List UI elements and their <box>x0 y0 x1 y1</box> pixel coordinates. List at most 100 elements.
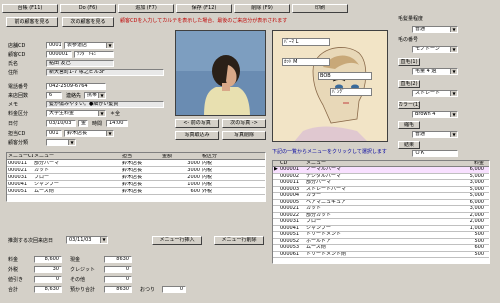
menu-list[interactable]: CD メニュー 料金 ▶ 000001 ノーマルパーマ 6,000 000002 デジタル… <box>272 160 490 264</box>
hair-volume-select[interactable]: 普通 <box>412 26 458 33</box>
contact-select[interactable]: 携帯 <box>84 92 106 99</box>
insert-menu-row-button[interactable]: メニュー行挿入 <box>152 236 202 245</box>
sketch-label-2[interactable]: ｶｯﾄ M <box>282 58 330 66</box>
do-button[interactable]: Do (F6) <box>60 4 116 13</box>
cell-cd: 000021 <box>8 167 28 173</box>
cell-price: 5,000 <box>469 186 484 192</box>
phone-label: 電話番号 <box>8 84 29 90</box>
total-label: 合計 <box>8 287 19 293</box>
prev-photo-button[interactable]: <- 前の写真 <box>175 119 219 128</box>
fee-category-select[interactable]: 大学生料金 <box>46 110 106 117</box>
sketch-label-4[interactable]: ﾊﾞﾝｸﾞ <box>330 88 372 96</box>
paid-label: 預かり合計 <box>70 287 96 293</box>
print-button[interactable]: 印刷 <box>292 4 348 13</box>
delete-photo-button[interactable]: 写真削除 <box>222 131 266 140</box>
cell-menu-name: ムース剤 <box>306 245 326 251</box>
memo-field[interactable]: 髪が傷みやすい。●細かい髪質 <box>46 101 164 108</box>
hair-b-select[interactable]: ストレート <box>412 90 458 97</box>
col-tax: 税区分 <box>202 153 218 159</box>
hair-c-select[interactable]: Brown 4 <box>412 111 458 118</box>
add-button[interactable]: 追加 (F7) <box>118 4 174 13</box>
ledger-button[interactable]: 台帳 (F11) <box>2 4 58 13</box>
menu-table[interactable]: メニューCD メニュー 担当 金額 税区分 000011 部分パーマ 鈴木店長 … <box>6 152 266 202</box>
cell-price: 1,000 <box>469 225 484 231</box>
cell-price: 2,000 <box>469 212 484 218</box>
customer-cd-field[interactable]: 000001 <box>46 51 72 58</box>
cell-menu-name: シャンプー <box>306 225 331 231</box>
next-visit-label: 推測する次回来店日 <box>8 238 54 244</box>
change-label: おつり <box>140 287 156 293</box>
next-customer-button[interactable]: 次の顧客を見る <box>62 17 114 27</box>
cell-price: 3,000 <box>469 206 484 212</box>
other-field[interactable]: 0 <box>104 276 132 283</box>
load-photo-button[interactable]: 写真取込み <box>175 131 219 140</box>
table-row[interactable]: 000031 ブロー 鈴木店長 2000 内税 <box>7 174 265 181</box>
staff-code-field[interactable]: 001 <box>46 130 62 137</box>
sketch-label-3[interactable]: BOB <box>318 72 372 80</box>
customer-kana-field[interactable]: ﾃﾝﾀﾞ ﾄﾓﾐ <box>74 51 114 58</box>
cell-amount: 3000 <box>187 167 200 173</box>
cell-menu-name: 部分パーマ <box>306 180 332 186</box>
hair-color-select[interactable]: モノトーン <box>412 46 458 53</box>
cell-cd: 000041 <box>8 181 28 187</box>
credit-label: クレジット <box>70 267 96 273</box>
store-code-field[interactable]: 0001 <box>46 42 62 49</box>
store-select[interactable]: 表参道店 <box>64 42 114 49</box>
category-select[interactable] <box>46 139 76 146</box>
cell-staff: 鈴木店長 <box>122 174 143 180</box>
table-row[interactable]: 000021 カット 鈴木店長 3000 内税 <box>7 167 265 174</box>
cell-cd: 000005 <box>280 199 300 205</box>
cash-field[interactable]: 8630 <box>104 256 132 263</box>
cell-staff: 鈴木店長 <box>122 181 143 187</box>
delete-button[interactable]: 削除 (F9) <box>234 4 290 13</box>
time-field[interactable]: 14:00 <box>106 120 128 127</box>
hair-volume-label: 毛髪量程度 <box>398 16 424 22</box>
total-field: 8,630 <box>34 286 62 293</box>
table-row[interactable]: 000041 シャンプー 鈴木店長 1000 内税 <box>7 181 265 188</box>
hair-d-button[interactable]: 縮毛 <box>398 121 420 129</box>
phone-field[interactable]: 042-2509-6764 <box>46 83 106 90</box>
credit-field[interactable]: 0 <box>104 266 132 273</box>
cell-tax: 外税 <box>202 188 213 194</box>
hair-b-button[interactable]: 直毛(2) <box>398 80 420 88</box>
visits-field: 6 <box>46 92 62 99</box>
hair-e-button[interactable]: 結果 <box>398 141 420 149</box>
hair-c-button[interactable]: カラー(1) <box>398 101 420 109</box>
save-button[interactable]: 保存 (F12) <box>176 4 232 13</box>
staff-select[interactable]: 鈴木店長 <box>64 130 114 137</box>
prev-customer-button[interactable]: 前の顧客を見る <box>6 17 58 27</box>
hair-a-select[interactable]: 毛量 4 過 <box>412 68 458 75</box>
menu-table-header: メニューCD メニュー 担当 金額 税区分 <box>7 153 265 160</box>
address-field[interactable]: 新大宮町1-7 塚之ビル3F <box>46 69 164 76</box>
cell-price: 600 <box>474 245 484 251</box>
hair-e-field[interactable]: ＯＫ <box>412 150 458 157</box>
cell-cd: 000051 <box>8 188 28 194</box>
cell-menu: ムース剤 <box>34 188 54 194</box>
table-row[interactable]: 000051 ムース剤 鈴木店長 600 外税 <box>7 188 265 195</box>
category-label: 顧客分類 <box>8 140 29 146</box>
next-visit-select[interactable]: 03/11/03 <box>66 236 108 244</box>
cell-price: 500 <box>474 232 484 238</box>
col-menu: メニュー <box>34 153 55 159</box>
cell-amount: 600 <box>190 188 200 194</box>
sketch-label-1[interactable]: ﾊﾟｰﾏ L <box>282 38 330 46</box>
col-cd: CD <box>280 161 288 166</box>
list-item[interactable]: 000061 トリートメント剤 500 <box>273 251 489 258</box>
fee-field: 8,600 <box>34 256 62 263</box>
name-label: 氏名 <box>8 61 19 67</box>
hair-sketch[interactable] <box>272 30 388 142</box>
memo-label: メモ <box>8 102 19 108</box>
cell-staff: 鈴木店長 <box>122 160 143 166</box>
hair-d-select[interactable]: 普通 <box>412 131 458 138</box>
date-label: 日付 <box>8 121 19 127</box>
name-field[interactable]: 點田 友己 <box>46 60 114 67</box>
staff-label: 担当CD <box>8 131 26 137</box>
date-field[interactable]: 03/10/03 <box>46 120 76 127</box>
cell-amount: 2000 <box>187 174 200 180</box>
hair-a-button[interactable]: 直毛(1) <box>398 58 420 66</box>
next-photo-button[interactable]: 次の写真 -> <box>222 119 266 128</box>
discount-field: 0 <box>34 276 62 283</box>
cell-price: 3,000 <box>469 180 484 186</box>
table-row[interactable]: 000011 部分パーマ 鈴木店長 3000 内税 <box>7 160 265 167</box>
delete-menu-row-button[interactable]: メニュー行削除 <box>214 236 264 245</box>
